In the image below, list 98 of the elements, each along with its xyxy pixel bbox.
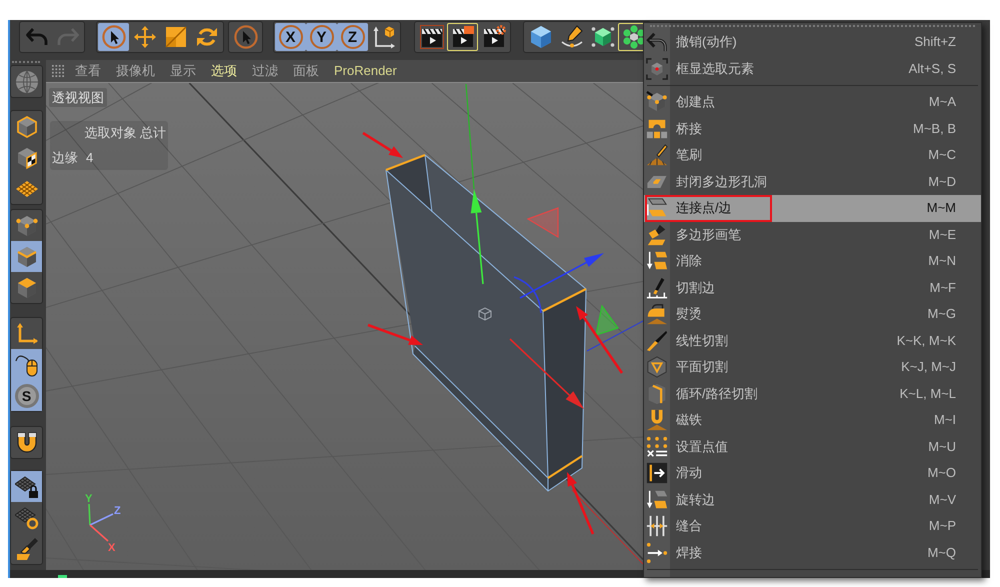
pointer-arrow	[567, 472, 594, 534]
axis-lock-button[interactable]: X	[275, 23, 306, 51]
undo-arrow-icon	[646, 31, 668, 54]
axes-cube-icon	[372, 25, 396, 49]
iron-icon	[646, 303, 668, 326]
menu-item[interactable]: 连接点/边 M~M	[644, 195, 981, 222]
menu-item[interactable]: 切割边 M~F	[644, 274, 981, 301]
pen-tiles-icon	[646, 224, 668, 246]
stitch-icon	[646, 515, 668, 538]
menu-item[interactable]: 线性切割 K~K, M~K	[644, 328, 981, 354]
grid-lock-button[interactable]	[11, 471, 42, 502]
selected-edge	[542, 288, 586, 312]
menu-item[interactable]: 熨烫 M~G	[644, 301, 981, 328]
axis-label: Z	[114, 505, 121, 517]
paint-brush-icon	[14, 536, 38, 560]
view-menu-item[interactable]: 查看	[75, 63, 101, 79]
grid-ring-icon	[14, 506, 38, 530]
plane-handle	[526, 207, 559, 238]
brush-mesh-icon	[646, 144, 668, 166]
rotation-arc	[514, 276, 542, 314]
snap-button[interactable]: S	[11, 380, 42, 411]
object-center-icon	[478, 307, 492, 321]
menu-item[interactable]: 多边形画笔 M~E	[644, 222, 981, 248]
hud-header: 选取对象 总计	[83, 124, 166, 142]
grip-handle[interactable]	[650, 25, 975, 27]
cursor-ring-icon	[234, 25, 258, 49]
panels-icon	[646, 197, 668, 220]
framed-cube-icon	[646, 58, 668, 80]
cube-loop-icon	[646, 382, 668, 405]
menu-item[interactable]: 笔刷 M~C	[644, 142, 981, 168]
view-menu-item[interactable]: 过滤	[252, 63, 278, 79]
view-menu-item[interactable]: 显示	[170, 63, 196, 79]
pointer-arrow	[368, 324, 423, 345]
move-arrows-icon	[132, 25, 156, 49]
globe-icon	[14, 70, 38, 94]
menu-item[interactable]: 平面切割 K~J, M~J	[644, 354, 981, 380]
hud-label: 边缘	[52, 149, 78, 167]
edges-mode-button[interactable]	[11, 241, 42, 272]
pointer-arrow	[576, 306, 624, 374]
hexagon-triangle-icon	[646, 356, 668, 378]
cube-edge-icon	[14, 244, 38, 268]
menu-item[interactable]: 封闭多边形孔洞 M~D	[644, 168, 981, 195]
mouse-icon	[14, 352, 38, 376]
axis-lock-button[interactable]: Z	[337, 23, 368, 51]
flower-icon	[622, 25, 646, 49]
dots-equals-icon	[646, 436, 668, 458]
scale-square-icon	[164, 25, 188, 49]
magnet-icon	[646, 409, 668, 432]
pen-curve-icon	[560, 25, 584, 49]
cube-outline-icon	[14, 114, 38, 138]
selected-edge	[386, 154, 426, 172]
knife-bars-icon	[646, 276, 668, 299]
view-title: 透视视图	[49, 88, 107, 107]
clapperboard-icon	[420, 25, 444, 49]
view-menu-item[interactable]: 选项	[211, 63, 237, 79]
cursor-ring-icon	[102, 25, 126, 49]
axis-lock-button[interactable]: Y	[306, 23, 337, 51]
menu-item[interactable]: 消除 M~N	[644, 248, 981, 274]
menu-item[interactable]: 磁铁 M~I	[644, 407, 981, 434]
selected-edge	[547, 455, 583, 479]
knife-icon	[646, 330, 668, 352]
panels-arrow-icon	[646, 488, 668, 511]
menu-item[interactable]: 设置点值 M~U	[644, 434, 981, 460]
axis-corner-icon	[14, 322, 38, 346]
bridge-icon	[646, 118, 668, 140]
menu-item[interactable]: 创建点 M~A	[644, 89, 981, 116]
dots-arrow-icon	[646, 542, 668, 564]
mouse-button[interactable]	[11, 349, 42, 380]
render-button[interactable]	[447, 23, 478, 51]
menu-item[interactable]: 缝合 M~P	[644, 513, 981, 540]
menu-item[interactable]: 撤销(动作) Shift+Z	[644, 29, 981, 56]
grid-lock-icon	[14, 474, 38, 498]
menu-item[interactable]: 旋转边 M~V	[644, 486, 981, 513]
view-menu-item[interactable]: 摄像机	[116, 63, 155, 79]
timeline-marker	[58, 575, 67, 578]
axis-label: X	[108, 542, 116, 554]
cube-icon	[590, 25, 614, 49]
hud-value: 4	[86, 149, 94, 167]
menu-item[interactable]: 框显选取元素 Alt+S, S	[644, 56, 981, 82]
pointer-arrow	[362, 132, 403, 158]
menu-item[interactable]: 滑动 M~O	[644, 460, 981, 486]
clapperboard-gear-icon	[482, 25, 506, 49]
clapperboard-icon	[450, 25, 474, 49]
menu-item[interactable]: 循环/路径切割 K~L, M~L	[644, 380, 981, 407]
select-tool-button[interactable]	[98, 23, 129, 51]
menu-item[interactable]: 桥接 M~B, B	[644, 116, 981, 142]
cube-points-icon	[646, 91, 668, 114]
view-menu-item[interactable]: 面板	[293, 63, 319, 79]
grip-dots-icon	[52, 65, 64, 77]
cube-points-icon	[14, 214, 38, 238]
menu-item[interactable]: 焊接 M~Q	[644, 540, 981, 566]
cube-icon	[528, 25, 552, 49]
axis-label: Y	[85, 493, 92, 505]
axis-guide-line	[586, 320, 644, 352]
plane-handle	[595, 304, 619, 336]
panels-arrow-icon	[646, 250, 668, 272]
magnet-icon	[14, 430, 38, 454]
view-menu-item[interactable]: ProRender	[334, 63, 397, 79]
